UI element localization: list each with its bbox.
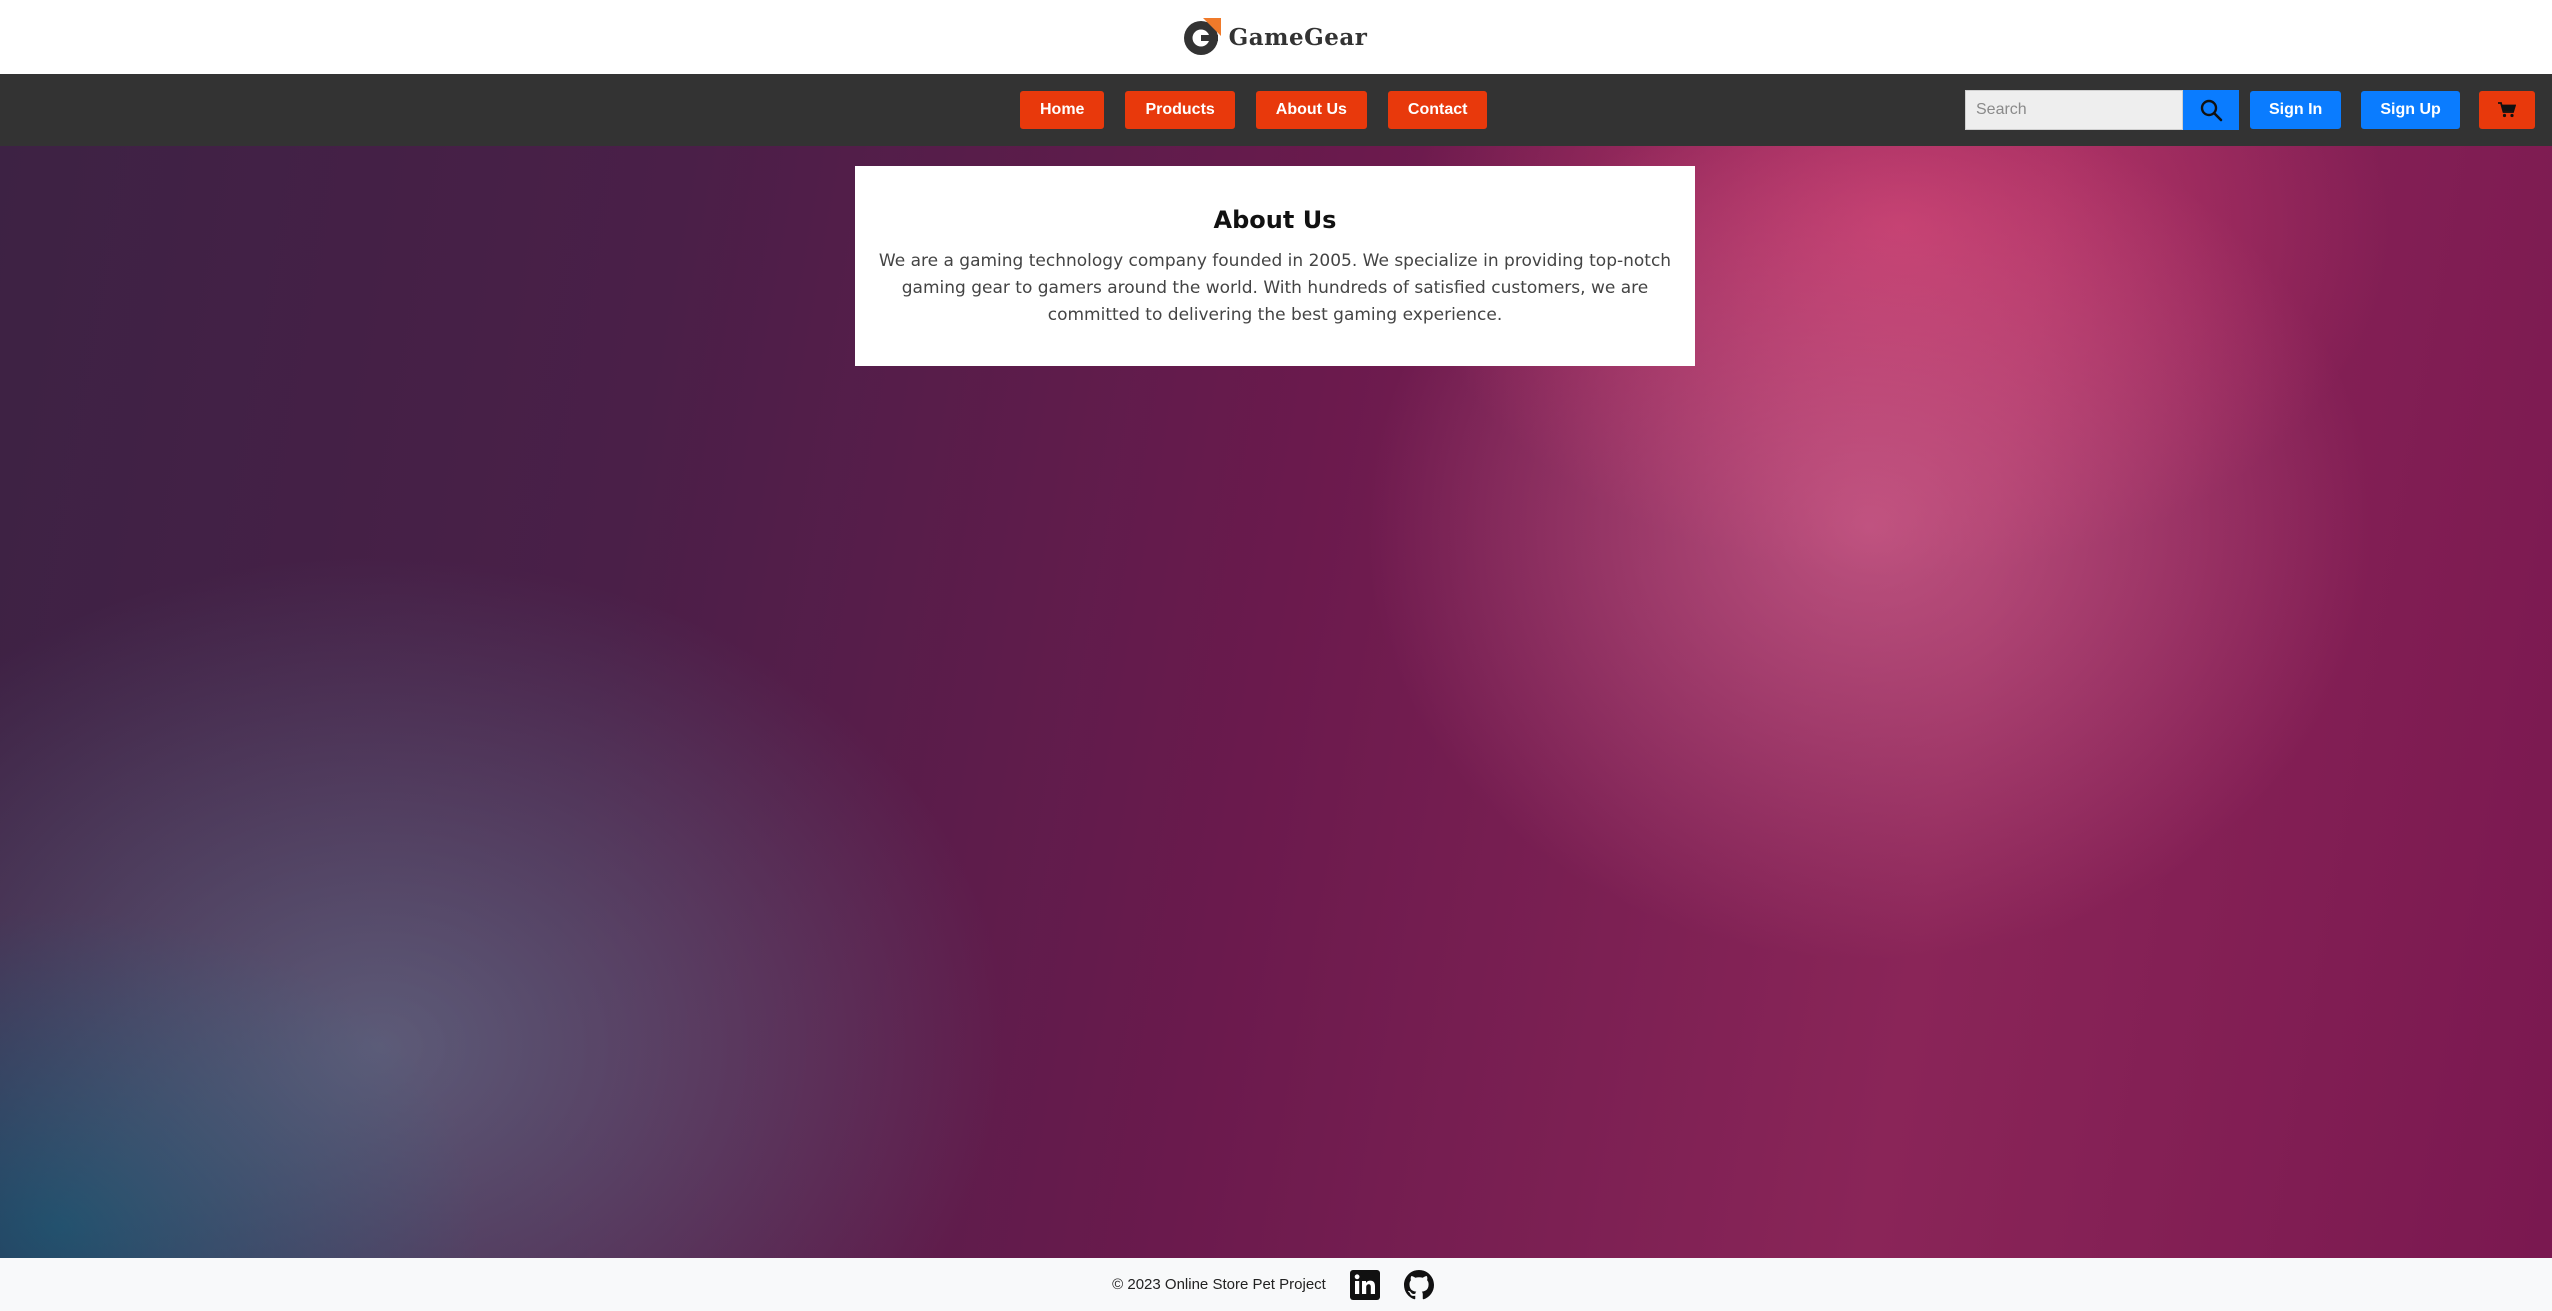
nav-about-button[interactable]: About Us (1255, 91, 1367, 129)
site-header: GameGear (0, 0, 2552, 74)
linkedin-link[interactable] (1349, 1269, 1380, 1300)
search-input[interactable] (1965, 90, 2183, 130)
site-footer: © 2023 Online Store Pet Project (0, 1258, 2552, 1311)
github-link[interactable] (1403, 1269, 1434, 1300)
search-button[interactable] (2183, 90, 2239, 130)
header-tools: Sign In Sign Up (1965, 90, 2535, 130)
logo[interactable]: GameGear (1181, 16, 1368, 58)
cart-icon (2497, 102, 2516, 118)
linkedin-icon (1349, 1269, 1380, 1300)
github-icon (1403, 1269, 1434, 1299)
nav-contact-button[interactable]: Contact (1387, 91, 1488, 129)
about-description: We are a gaming technology company found… (878, 251, 1672, 325)
nav-products-button[interactable]: Products (1125, 91, 1235, 129)
gamegear-logo-icon (1183, 18, 1221, 55)
brand-name: GameGear (1228, 23, 1368, 51)
about-title: About Us (1213, 206, 1337, 234)
sign-up-button[interactable]: Sign Up (2361, 91, 2460, 129)
search-icon (2200, 99, 2223, 122)
nav-home-button[interactable]: Home (1020, 91, 1105, 129)
copyright-text: © 2023 Online Store Pet Project (1112, 1276, 1326, 1293)
about-card: About Us We are a gaming technology comp… (855, 166, 1695, 366)
cart-button[interactable] (2478, 91, 2535, 129)
nav-links: Home Products About Us Contact (1020, 91, 1488, 129)
sign-in-button[interactable]: Sign In (2250, 91, 2342, 129)
main-navbar: Home Products About Us Contact Sign In S… (0, 74, 2552, 146)
